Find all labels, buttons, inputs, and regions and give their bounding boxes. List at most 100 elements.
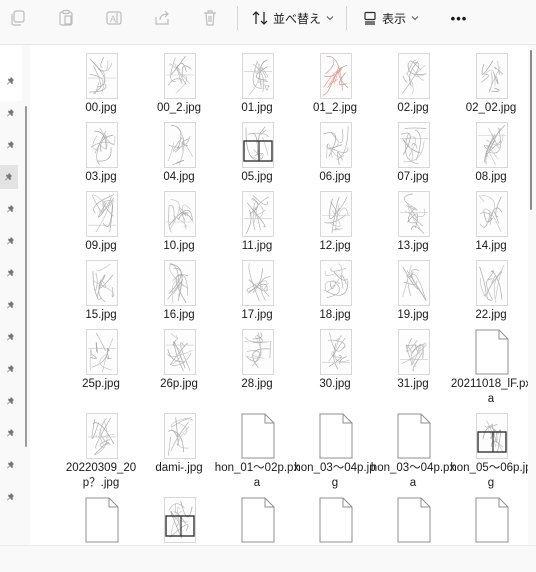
file-name: 26p.jpg — [160, 378, 198, 390]
vertical-scrollbar[interactable] — [530, 50, 532, 210]
file-name: 10.jpg — [163, 240, 195, 252]
copy-icon — [11, 10, 25, 26]
image-thumbnail — [476, 53, 508, 99]
image-thumbnail — [86, 329, 118, 375]
chevron-down-icon — [326, 16, 334, 21]
toolbar-divider — [346, 6, 347, 30]
navigation-pane — [0, 45, 27, 571]
file-name: hon_05～06p.jpg — [450, 462, 528, 489]
delete-button[interactable] — [200, 6, 220, 30]
pin-icon[interactable] — [4, 458, 18, 472]
image-thumbnail — [320, 191, 352, 237]
file-name: 12.jpg — [319, 240, 351, 252]
file-name: 05.jpg — [241, 171, 273, 183]
svg-text:A: A — [110, 14, 116, 24]
sort-button[interactable]: 並べ替え — [252, 6, 336, 30]
file-name: 19.jpg — [397, 309, 429, 321]
file-name: 11.jpg — [241, 240, 273, 252]
image-thumbnail — [242, 191, 274, 237]
file-name: 04.jpg — [163, 171, 195, 183]
pin-icon[interactable] — [4, 74, 18, 88]
image-thumbnail — [320, 53, 352, 99]
image-thumbnail — [242, 329, 274, 375]
image-thumbnail — [164, 413, 196, 459]
image-thumbnail — [164, 329, 196, 375]
file-grid: 00.jpg 00_2.jpg 01.jpg 01_2.jpg 02.jpg 02_02.… — [30, 45, 528, 545]
file-name: 18.jpg — [319, 309, 351, 321]
pin-icon[interactable] — [4, 426, 18, 440]
image-thumbnail — [476, 413, 508, 459]
sort-label: 並べ替え — [273, 11, 322, 26]
pin-icon[interactable] — [4, 330, 18, 344]
more-icon: ••• — [450, 10, 468, 26]
rename-button[interactable]: A — [104, 6, 124, 30]
file-name: 22.jpg — [475, 309, 507, 321]
file-icon — [475, 497, 509, 543]
file-name: 01_2.jpg — [312, 102, 358, 114]
file-name: 02.jpg — [397, 102, 429, 114]
file-name: hon_01～02p.pxa — [214, 462, 300, 489]
file-icon — [85, 497, 119, 543]
view-label: 表示 — [382, 11, 407, 26]
file-name: 00_2.jpg — [156, 102, 202, 114]
paste-button[interactable] — [56, 6, 76, 30]
copy-button[interactable] — [8, 6, 28, 30]
pin-icon[interactable] — [4, 202, 18, 216]
file-name: hon_03～04p.jpg — [294, 462, 376, 489]
more-button[interactable]: ••• — [448, 6, 470, 30]
image-thumbnail — [164, 260, 196, 306]
file-icon — [397, 497, 431, 543]
file-name: 09.jpg — [85, 240, 117, 252]
image-thumbnail — [242, 260, 274, 306]
pin-icon[interactable] — [4, 298, 18, 312]
image-thumbnail — [398, 122, 430, 168]
file-name: 20220309_20p？.jpg — [65, 462, 137, 489]
file-name: 13.jpg — [397, 240, 429, 252]
image-thumbnail — [86, 260, 118, 306]
file-name: 14.jpg — [475, 240, 507, 252]
pin-icon[interactable] — [4, 490, 18, 504]
file-name: 03.jpg — [85, 171, 117, 183]
status-bar — [0, 545, 536, 572]
view-button[interactable]: 表示 — [363, 6, 427, 30]
pin-icon[interactable] — [4, 266, 18, 280]
pin-icon[interactable] — [4, 138, 18, 152]
view-icon — [364, 11, 376, 25]
pin-icon[interactable] — [0, 165, 18, 189]
file-name: 20211018_lF.pxa — [450, 378, 528, 405]
file-name: 17.jpg — [241, 309, 273, 321]
file-name: 30.jpg — [319, 378, 351, 390]
image-thumbnail — [86, 122, 118, 168]
image-thumbnail — [86, 191, 118, 237]
image-thumbnail — [476, 260, 508, 306]
file-name: 25p.jpg — [82, 378, 120, 390]
image-thumbnail — [320, 122, 352, 168]
file-name: 15.jpg — [85, 309, 117, 321]
file-icon — [319, 497, 353, 543]
image-thumbnail — [164, 53, 196, 99]
pin-icon[interactable] — [4, 234, 18, 248]
pin-icon[interactable] — [4, 362, 18, 376]
delete-icon — [204, 10, 216, 26]
file-name: 06.jpg — [319, 171, 351, 183]
image-thumbnail — [164, 122, 196, 168]
image-thumbnail — [398, 53, 430, 99]
navigation-scrollbar[interactable] — [25, 106, 27, 447]
rename-icon: A — [106, 11, 122, 25]
image-thumbnail — [86, 413, 118, 459]
image-thumbnail — [164, 497, 196, 543]
image-thumbnail — [86, 53, 118, 99]
paste-icon — [59, 9, 73, 26]
image-thumbnail — [242, 53, 274, 99]
image-thumbnail — [398, 329, 430, 375]
file-icon — [241, 413, 275, 459]
file-icon — [241, 497, 275, 543]
pin-icon[interactable] — [4, 394, 18, 408]
image-thumbnail — [476, 122, 508, 168]
file-icon — [475, 329, 509, 375]
pin-icon[interactable] — [4, 106, 18, 120]
share-button[interactable] — [152, 6, 172, 30]
file-icon — [397, 413, 431, 459]
file-name: 16.jpg — [163, 309, 195, 321]
file-name: 00.jpg — [85, 102, 117, 114]
